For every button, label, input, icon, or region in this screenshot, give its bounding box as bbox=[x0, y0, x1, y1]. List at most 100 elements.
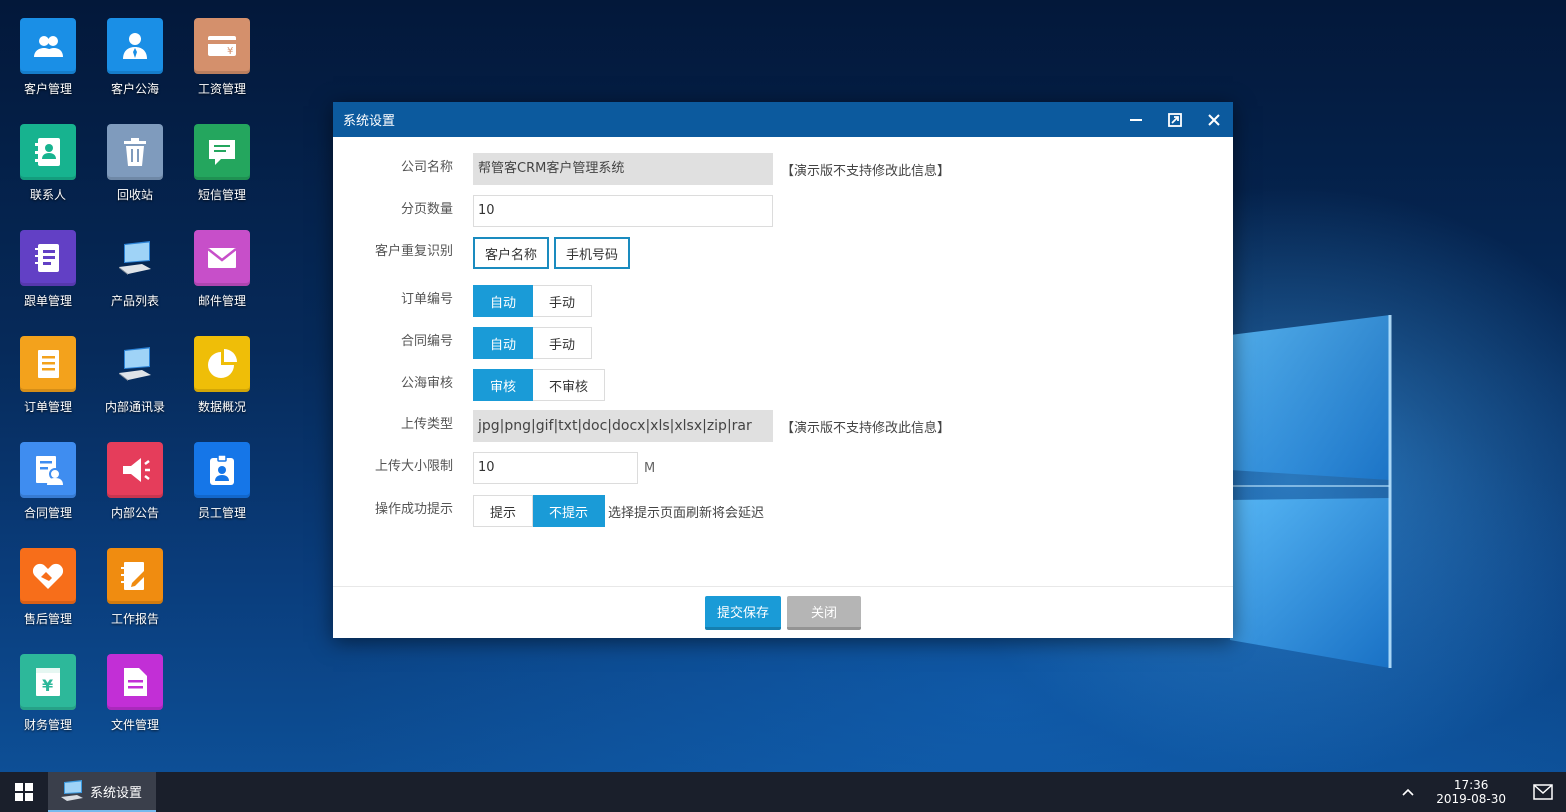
desktop-icon-18[interactable]: 文件管理 bbox=[95, 654, 175, 733]
desktop-icon-12[interactable]: 合同管理 bbox=[8, 442, 88, 521]
desktop-icon-label: 跟单管理 bbox=[23, 294, 72, 308]
computer-icon bbox=[61, 780, 83, 801]
pie-chart-icon bbox=[194, 336, 250, 392]
finance-icon: ¥ bbox=[20, 654, 76, 710]
id-badge-icon bbox=[194, 442, 250, 498]
notebook-icon bbox=[20, 230, 76, 286]
desktop-icon-label: 工作报告 bbox=[110, 612, 159, 626]
close-button[interactable]: 关闭 bbox=[787, 596, 862, 630]
duplicate-check-row: 客户重复识别 客户名称 手机号码 bbox=[333, 237, 635, 269]
maximize-icon bbox=[1167, 112, 1182, 127]
show-hidden-icons-button[interactable] bbox=[1390, 788, 1426, 796]
maximize-button[interactable] bbox=[1155, 102, 1194, 137]
dialog-title-bar[interactable]: 系统设置 bbox=[333, 102, 1233, 137]
success-tip-row: 操作成功提示 提示 不提示 选择提示页面刷新将会延迟 bbox=[333, 495, 764, 527]
desktop-icon-17[interactable]: ¥ 财务管理 bbox=[8, 654, 88, 733]
upload-size-label: 上传大小限制 bbox=[374, 458, 453, 474]
desktop-icon-9[interactable]: 订单管理 bbox=[8, 336, 88, 415]
desktop-icon-10[interactable]: 内部通讯录 bbox=[95, 336, 175, 415]
handshake-icon bbox=[20, 548, 76, 604]
desktop-icon-7[interactable]: 产品列表 bbox=[95, 230, 175, 309]
minimize-button[interactable] bbox=[1116, 102, 1155, 137]
clock-date: 2019-08-30 bbox=[1436, 792, 1506, 806]
desktop-icon-11[interactable]: 数据概况 bbox=[182, 336, 262, 415]
dup-check-customer-name[interactable]: 客户名称 bbox=[473, 237, 550, 269]
windows-start-icon bbox=[15, 783, 33, 801]
dup-check-phone[interactable]: 手机号码 bbox=[554, 237, 631, 269]
report-edit-icon bbox=[107, 548, 163, 604]
desktop-icon-3[interactable]: 联系人 bbox=[8, 124, 88, 203]
desktop-icon-0[interactable]: 客户管理 bbox=[8, 18, 88, 97]
order-number-row: 订单编号 自动 手动 bbox=[333, 285, 593, 317]
mail-icon bbox=[194, 230, 250, 286]
minimize-icon bbox=[1129, 118, 1142, 121]
notification-icon bbox=[1533, 784, 1553, 800]
settings-form: 公司名称 帮管客CRM客户管理系统 【演示版不支持修改此信息】 分页数量 10 … bbox=[333, 137, 1233, 587]
success-tip-label: 操作成功提示 bbox=[374, 501, 453, 517]
company-name-note: 【演示版不支持修改此信息】 bbox=[781, 163, 951, 179]
upload-size-row: 上传大小限制 10 M bbox=[333, 452, 655, 484]
order-number-label: 订单编号 bbox=[400, 291, 453, 307]
desktop-icon-2[interactable]: ¥ 工资管理 bbox=[182, 18, 262, 97]
company-name-row: 公司名称 帮管客CRM客户管理系统 【演示版不支持修改此信息】 bbox=[333, 153, 950, 185]
desktop-icon-label: 合同管理 bbox=[23, 506, 72, 520]
desktop-icon-5[interactable]: 短信管理 bbox=[182, 124, 262, 203]
taskbar-item-label: 系统设置 bbox=[90, 785, 143, 801]
order-number-manual[interactable]: 手动 bbox=[533, 285, 593, 317]
desktop-icon-label: 数据概况 bbox=[197, 400, 246, 414]
desktop-icon-16[interactable]: 工作报告 bbox=[95, 548, 175, 627]
taskbar: 系统设置 17:36 2019-08-30 bbox=[0, 772, 1566, 812]
upload-types-field: jpg|png|gif|txt|doc|docx|xls|xlsx|zip|ra… bbox=[473, 410, 773, 442]
submit-save-button[interactable]: 提交保存 bbox=[704, 596, 781, 630]
upload-size-input[interactable]: 10 bbox=[473, 452, 638, 484]
pool-review-no[interactable]: 不审核 bbox=[533, 369, 606, 401]
taskbar-item-system-settings[interactable]: 系统设置 bbox=[48, 772, 157, 812]
document-icon bbox=[20, 336, 76, 392]
page-size-row: 分页数量 10 bbox=[333, 195, 773, 227]
company-name-field: 帮管客CRM客户管理系统 bbox=[473, 153, 773, 185]
notification-button[interactable] bbox=[1520, 784, 1566, 800]
pool-review-row: 公海审核 审核 不审核 bbox=[333, 369, 606, 401]
success-tip-hide[interactable]: 不提示 bbox=[533, 495, 606, 527]
computer-icon bbox=[107, 336, 163, 392]
desktop-icon-label: 邮件管理 bbox=[197, 294, 246, 308]
file-icon bbox=[107, 654, 163, 710]
order-number-auto[interactable]: 自动 bbox=[473, 285, 534, 317]
trash-icon bbox=[107, 124, 163, 180]
desktop-icon-4[interactable]: 回收站 bbox=[95, 124, 175, 203]
contract-number-auto[interactable]: 自动 bbox=[473, 327, 534, 359]
contract-number-row: 合同编号 自动 手动 bbox=[333, 327, 593, 359]
users-icon bbox=[20, 18, 76, 74]
company-name-label: 公司名称 bbox=[400, 159, 453, 175]
desktop-icon-14[interactable]: 员工管理 bbox=[182, 442, 262, 521]
desktop-icon-1[interactable]: 客户公海 bbox=[95, 18, 175, 97]
desktop-icon-15[interactable]: 售后管理 bbox=[8, 548, 88, 627]
sms-icon bbox=[194, 124, 250, 180]
desktop-icon-label: 内部通讯录 bbox=[104, 400, 165, 414]
success-tip-show[interactable]: 提示 bbox=[473, 495, 534, 527]
contract-number-label: 合同编号 bbox=[400, 333, 453, 349]
desktop-icon-label: 售后管理 bbox=[23, 612, 72, 626]
duplicate-check-label: 客户重复识别 bbox=[374, 243, 453, 259]
contract-icon bbox=[20, 442, 76, 498]
contact-book-icon bbox=[20, 124, 76, 180]
clock[interactable]: 17:36 2019-08-30 bbox=[1426, 778, 1520, 806]
desktop-icon-label: 文件管理 bbox=[110, 718, 159, 732]
svg-text:¥: ¥ bbox=[227, 46, 233, 57]
desktop-icon-13[interactable]: 内部公告 bbox=[95, 442, 175, 521]
clock-time: 17:36 bbox=[1453, 778, 1489, 792]
desktop-icon-8[interactable]: 邮件管理 bbox=[182, 230, 262, 309]
upload-types-note: 【演示版不支持修改此信息】 bbox=[781, 420, 951, 436]
start-button[interactable] bbox=[0, 772, 48, 812]
success-tip-note: 选择提示页面刷新将会延迟 bbox=[608, 505, 765, 521]
contract-number-manual[interactable]: 手动 bbox=[533, 327, 593, 359]
desktop-icon-6[interactable]: 跟单管理 bbox=[8, 230, 88, 309]
desktop-icon-label: 内部公告 bbox=[110, 506, 159, 520]
pool-review-yes[interactable]: 审核 bbox=[473, 369, 534, 401]
page-size-input[interactable]: 10 bbox=[473, 195, 773, 227]
upload-types-label: 上传类型 bbox=[400, 416, 453, 432]
desktop-icon-label: 客户公海 bbox=[110, 82, 159, 96]
page-size-label: 分页数量 bbox=[400, 201, 453, 217]
close-window-button[interactable] bbox=[1194, 102, 1233, 137]
desktop-icon-label: 工资管理 bbox=[197, 82, 246, 96]
